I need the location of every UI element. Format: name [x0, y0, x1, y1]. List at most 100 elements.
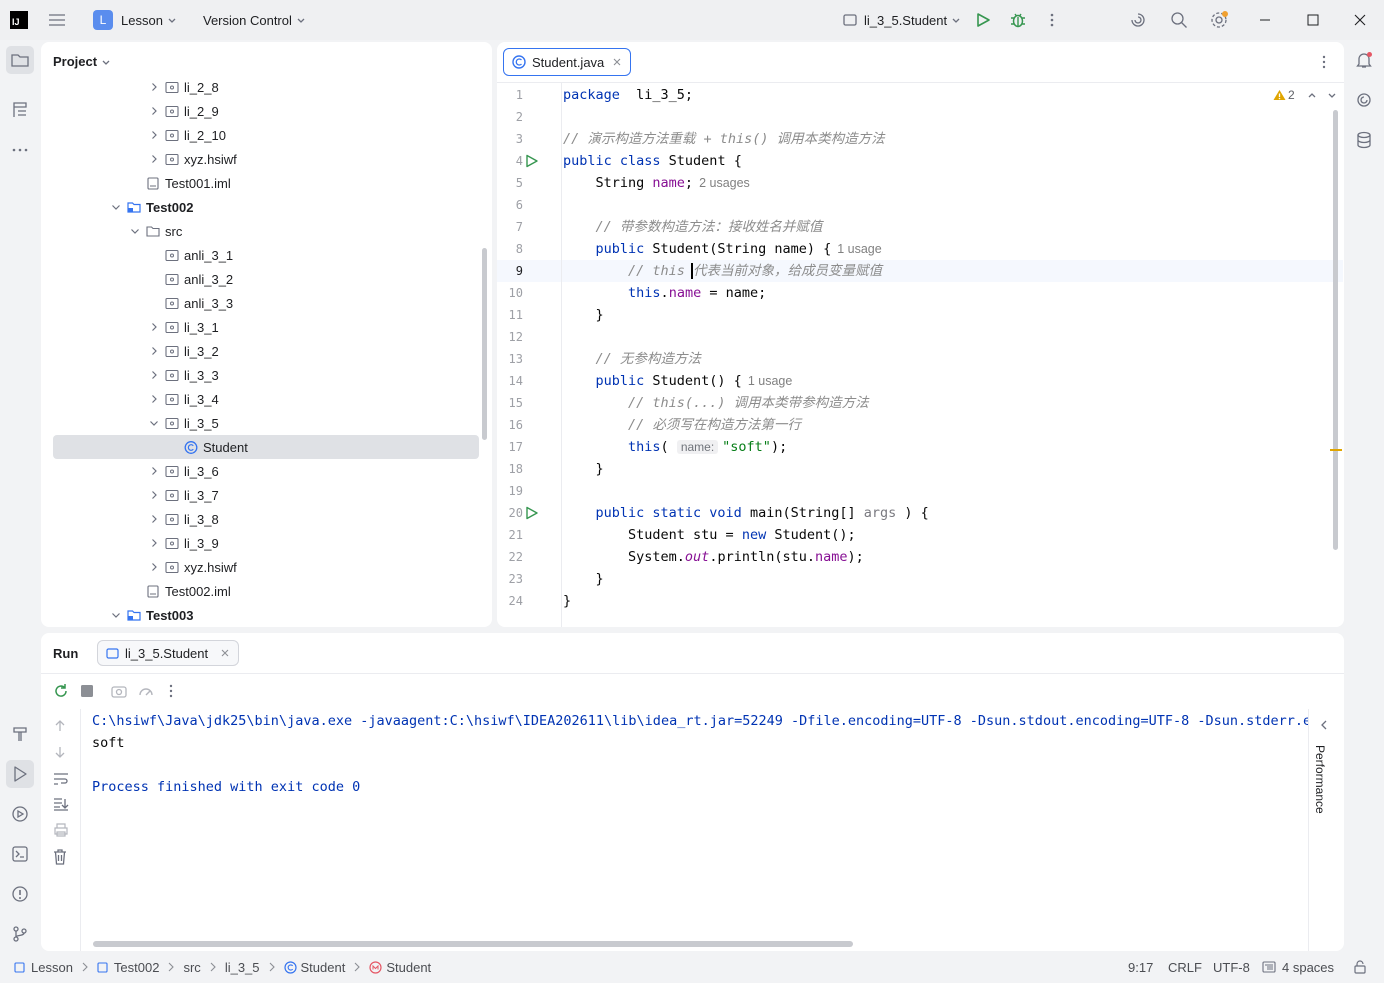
close-button[interactable] [1353, 0, 1367, 40]
tree-item-student[interactable]: Student [53, 435, 479, 459]
tree-item-li-2-10[interactable]: li_2_10 [41, 123, 480, 147]
breadcrumb-item[interactable]: Student [369, 960, 431, 975]
performance-tab[interactable]: Performance [1313, 745, 1339, 835]
code-line[interactable]: 7 // 带参数构造方法：接收姓名并赋值 [497, 216, 1343, 238]
services-tool-button[interactable] [6, 800, 34, 828]
code-area[interactable]: 1 package li_3_5; 2 3// 演示构造方法重载 + this() 调… [497, 83, 1344, 627]
code-line[interactable]: 9 // this 代表当前对象，给成员变量赋值 [497, 260, 1343, 282]
debug-button[interactable] [1009, 0, 1027, 40]
chevron-right-icon[interactable] [149, 154, 159, 164]
code-line[interactable]: 19 [497, 480, 1343, 502]
chevron-down-icon[interactable] [130, 226, 140, 236]
chevron-right-icon[interactable] [149, 394, 159, 404]
chevron-down-icon[interactable] [149, 418, 159, 428]
tree-item-li-3-1[interactable]: li_3_1 [41, 315, 480, 339]
run-config-selector[interactable]: li_3_5.Student [843, 0, 961, 40]
chevron-down-icon[interactable] [111, 610, 121, 620]
code-line[interactable]: 14 public Student() {1 usage [497, 370, 1343, 392]
editor-scrollbar[interactable] [1333, 110, 1338, 550]
main-menu-icon[interactable] [48, 0, 72, 40]
code-line[interactable]: 13 // 无参构造方法 [497, 348, 1343, 370]
chevron-right-icon[interactable] [149, 106, 159, 116]
notifications-button[interactable] [1350, 46, 1378, 74]
breadcrumb-item[interactable]: Lesson [14, 960, 73, 975]
structure-tool-button[interactable] [6, 96, 34, 124]
chevron-right-icon[interactable] [149, 514, 159, 524]
settings-button[interactable] [1209, 0, 1229, 40]
code-line[interactable]: 3 // 演示构造方法重载 + this() 调用本类构造方法 [497, 128, 1343, 150]
code-line[interactable]: 21 Student stu = new Student(); [497, 524, 1343, 546]
tree-item-li-3-3[interactable]: li_3_3 [41, 363, 480, 387]
read-only-toggle[interactable] [1353, 953, 1367, 981]
code-line[interactable]: 20 public static void main(String[] args… [497, 502, 1343, 524]
maximize-button[interactable] [1306, 0, 1320, 40]
breadcrumb-item[interactable]: li_3_5 [225, 960, 260, 975]
tree-item-anli-3-3[interactable]: anli_3_3 [41, 291, 480, 315]
tree-item-li-3-6[interactable]: li_3_6 [41, 459, 480, 483]
build-tool-button[interactable] [6, 720, 34, 748]
code-line[interactable]: 10 this.name = name; [497, 282, 1343, 304]
code-line[interactable]: 23 } [497, 568, 1343, 590]
chevron-right-icon[interactable] [149, 538, 159, 548]
ai-chat-button[interactable] [1350, 86, 1378, 114]
file-encoding[interactable]: UTF-8 [1213, 953, 1250, 981]
code-line[interactable]: 16 // 必须写在构造方法第一行 [497, 414, 1343, 436]
tree-item-li-3-4[interactable]: li_3_4 [41, 387, 480, 411]
chevron-right-icon[interactable] [149, 82, 159, 92]
minimize-button[interactable] [1258, 0, 1272, 40]
tree-item-li-3-5[interactable]: li_3_5 [41, 411, 480, 435]
chevron-right-icon[interactable] [149, 562, 159, 572]
tree-item-test003[interactable]: Test003 [41, 603, 480, 627]
chevron-down-icon[interactable] [111, 202, 121, 212]
tree-item-anli-3-2[interactable]: anli_3_2 [41, 267, 480, 291]
terminal-tool-button[interactable] [6, 840, 34, 868]
code-line[interactable]: 5 String name; 2 usages [497, 172, 1343, 194]
chevron-right-icon[interactable] [149, 370, 159, 380]
console-output[interactable]: C:\hsiwf\Java\jdk25\bin\java.exe -javaag… [41, 709, 1308, 929]
editor-more-button[interactable] [1317, 55, 1331, 69]
performance-collapse-button[interactable] [1319, 719, 1329, 731]
chevron-right-icon[interactable] [149, 322, 159, 332]
tree-item-li-2-8[interactable]: li_2_8 [41, 75, 480, 99]
breadcrumb-item[interactable]: Test002 [97, 960, 159, 975]
warning-stripe-marker[interactable] [1330, 449, 1342, 451]
caret-position[interactable]: 9:17 [1128, 953, 1153, 981]
tree-item-anli-3-1[interactable]: anli_3_1 [41, 243, 480, 267]
code-line[interactable]: 4 public class Student { [497, 150, 1343, 172]
project-tool-button[interactable] [6, 46, 34, 74]
run-button[interactable] [975, 0, 991, 40]
code-line[interactable]: 24} [497, 590, 1343, 612]
code-line[interactable]: 12 [497, 326, 1343, 348]
run-more-button[interactable] [167, 684, 175, 698]
code-line[interactable]: 8 public Student(String name) {1 usage [497, 238, 1343, 260]
code-line[interactable]: 18 } [497, 458, 1343, 480]
tree-item-xyz-hsiwf[interactable]: xyz.hsiwf [41, 147, 480, 171]
project-panel-header[interactable]: Project [53, 54, 111, 69]
console-hscrollbar[interactable] [93, 941, 853, 947]
more-tools-button[interactable] [6, 136, 34, 164]
code-line[interactable]: 2 [497, 106, 1343, 128]
tree-scrollbar[interactable] [482, 248, 487, 440]
git-tool-button[interactable] [6, 920, 34, 948]
chevron-right-icon[interactable] [149, 466, 159, 476]
screenshot-button[interactable] [111, 684, 127, 698]
stop-button[interactable] [81, 685, 93, 697]
code-line[interactable]: 1 package li_3_5; [497, 84, 1343, 106]
tree-item-src[interactable]: src [41, 219, 480, 243]
breadcrumb-item[interactable]: src [183, 960, 200, 975]
run-tool-button[interactable] [6, 760, 34, 788]
tree-item-test001-iml[interactable]: Test001.iml [41, 171, 480, 195]
profiler-button[interactable] [138, 683, 154, 699]
run-gutter-icon[interactable] [525, 154, 539, 168]
breadcrumb-item[interactable]: Student [283, 960, 345, 975]
tree-item-li-3-8[interactable]: li_3_8 [41, 507, 480, 531]
vcs-selector[interactable]: Version Control [203, 0, 306, 40]
code-line[interactable]: 22 System.out.println(stu.name); [497, 546, 1343, 568]
tree-item-li-3-7[interactable]: li_3_7 [41, 483, 480, 507]
tree-item-test002[interactable]: Test002 [41, 195, 480, 219]
chevron-right-icon[interactable] [149, 346, 159, 356]
code-line[interactable]: 17 this( name: "soft"); [497, 436, 1343, 458]
indent-setting[interactable]: 4 spaces [1262, 953, 1334, 981]
tree-item-li-3-9[interactable]: li_3_9 [41, 531, 480, 555]
problems-tool-button[interactable] [6, 880, 34, 908]
